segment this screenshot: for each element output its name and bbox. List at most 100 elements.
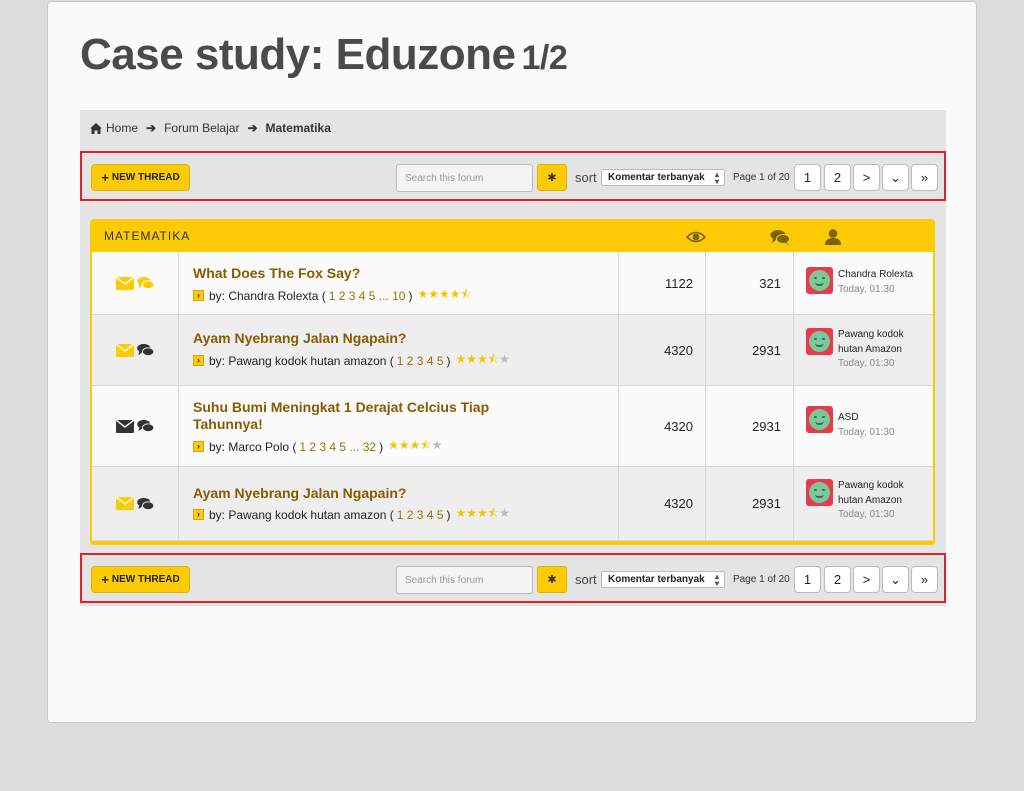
envelope-icon	[115, 343, 134, 357]
thread-topic-cell: Ayam Nyebrang Jalan Ngapain? › by: Pawang…	[179, 467, 619, 540]
slide-title: Case study: Eduzone 1/2	[80, 30, 568, 80]
thread-last-post-cell: Pawang kodok hutan Amazon Today, 01:30	[794, 315, 933, 385]
thread-topic-cell: Ayam Nyebrang Jalan Ngapain? › by: Pawang…	[179, 315, 619, 385]
avatar[interactable]	[806, 406, 833, 433]
thread-pages-close: )	[379, 439, 384, 454]
breadcrumb: Home ➔ Forum Belajar ➔ Matematika	[90, 120, 331, 136]
envelope-icon	[115, 497, 134, 510]
smiley-icon	[809, 482, 830, 503]
breadcrumb-forum[interactable]: Forum Belajar	[164, 121, 239, 135]
thread-pages[interactable]: 1 2 3 4 5	[397, 508, 444, 522]
thread-status-cell	[92, 252, 179, 314]
select-arrows-icon: ▴ ▾	[714, 170, 719, 186]
search-input[interactable]	[396, 566, 533, 594]
star-full-icon: ★	[439, 287, 450, 301]
thread-views: 4320	[619, 386, 706, 466]
page-button-1[interactable]: 1	[794, 566, 821, 593]
thread-last-post-cell: Chandra Rolexta Today, 01:30	[794, 252, 933, 314]
last-page-button[interactable]: »	[911, 566, 938, 593]
page-dropdown-button[interactable]: ⌄	[882, 164, 909, 191]
star-full-icon: ★	[428, 287, 439, 301]
chevron-right-icon: ›	[193, 355, 204, 366]
new-thread-button[interactable]: + NEW THREAD	[91, 566, 190, 593]
last-post-time: Today, 01:30	[838, 284, 895, 295]
thread-views: 1122	[619, 252, 706, 314]
thread-author: by: Chandra Rolexta (	[209, 288, 326, 303]
sort-select[interactable]: Komentar terbanyak ▴ ▾	[601, 571, 725, 588]
avatar[interactable]	[806, 479, 833, 506]
toolbar-top: +NEW THREAD ✱ sort Komentar terbanyak▴▾ …	[80, 151, 946, 201]
thread-pages-close: )	[446, 353, 451, 368]
sort-select[interactable]: Komentar terbanyak ▴ ▾	[601, 169, 725, 186]
page-button-2[interactable]: 2	[824, 164, 851, 191]
star-full-icon: ★	[455, 352, 467, 366]
last-post-user[interactable]: Chandra Rolexta	[838, 267, 928, 282]
thread-title[interactable]: Ayam Nyebrang Jalan Ngapain?	[193, 485, 603, 502]
slide-title-number: 1/2	[521, 39, 568, 77]
breadcrumb-home[interactable]: Home	[106, 121, 138, 135]
forum-screenshot: Home ➔ Forum Belajar ➔ Matematika + NEW T…	[80, 110, 946, 606]
thread-title[interactable]: Suhu Bumi Meningkat 1 Derajat Celcius Ti…	[193, 399, 523, 433]
thread-views: 4320	[619, 315, 706, 385]
table-row[interactable]: What Does The Fox Say? › by: Chandra Role…	[92, 252, 933, 315]
thread-author: by: Pawang kodok hutan amazon (	[209, 353, 394, 368]
thread-author-line: › by: Chandra Rolexta (1 2 3 4 5 ... 10) ★…	[193, 285, 472, 306]
star-full-icon: ★	[477, 352, 488, 366]
last-post-user[interactable]: Pawang kodok hutan Amazon	[838, 478, 928, 508]
thread-author-line: › by: Marco Polo (1 2 3 4 5 ... 32) ★★★⯪★	[193, 436, 443, 457]
plus-icon: +	[101, 572, 109, 587]
page-button-1[interactable]: 1	[794, 164, 821, 191]
gear-button[interactable]: ✱	[537, 566, 567, 593]
thread-pages-close: )	[408, 288, 413, 303]
thread-pages[interactable]: 1 2 3 4 5 ... 10	[329, 289, 406, 303]
star-half-icon: ⯪	[487, 506, 500, 520]
sort-value: Komentar terbanyak	[608, 574, 705, 585]
star-full-icon: ★	[417, 287, 429, 301]
thread-author-line: › by: Pawang kodok hutan amazon (1 2 3 4 …	[193, 350, 510, 371]
star-rating: ★★★⯪★	[456, 504, 510, 525]
table-row[interactable]: Ayam Nyebrang Jalan Ngapain? › by: Pawang…	[92, 467, 933, 541]
last-page-button[interactable]: »	[911, 164, 938, 191]
gear-button[interactable]: ✱	[537, 164, 567, 191]
star-full-icon: ★	[455, 506, 467, 520]
thread-pages[interactable]: 1 2 3 4 5 ... 32	[299, 440, 376, 454]
sort-label: sort	[575, 170, 597, 185]
next-page-button[interactable]: >	[853, 566, 880, 593]
thread-author: by: Marco Polo (	[209, 439, 297, 454]
thread-title[interactable]: Ayam Nyebrang Jalan Ngapain?	[193, 330, 603, 347]
smiley-icon	[809, 270, 830, 291]
thread-author: by: Pawang kodok hutan amazon (	[209, 507, 394, 522]
thread-status-cell	[92, 315, 179, 385]
last-post-user[interactable]: Pawang kodok hutan Amazon	[838, 327, 928, 357]
star-half-icon: ⯪	[420, 438, 432, 452]
page-button-2[interactable]: 2	[824, 566, 851, 593]
sort-value: Komentar terbanyak	[608, 172, 705, 183]
table-row[interactable]: Ayam Nyebrang Jalan Ngapain? › by: Pawang…	[92, 315, 933, 386]
thread-pages[interactable]: 1 2 3 4 5	[397, 354, 444, 368]
star-half-icon: ⯪	[460, 287, 472, 301]
toolbar-bottom: +NEW THREAD ✱ sort Komentar terbanyak▴▾ …	[80, 553, 946, 603]
envelope-icon	[115, 276, 134, 290]
user-icon	[825, 229, 841, 245]
page-info: Page 1 of 20	[733, 574, 790, 585]
star-empty-icon: ★	[431, 438, 443, 452]
thread-replies: 2931	[706, 467, 794, 540]
thread-topic-cell: What Does The Fox Say? › by: Chandra Role…	[179, 252, 619, 314]
star-empty-icon: ★	[499, 506, 510, 520]
comments-icon	[770, 230, 790, 245]
avatar[interactable]	[806, 267, 833, 294]
smiley-icon	[809, 331, 830, 352]
table-row[interactable]: Suhu Bumi Meningkat 1 Derajat Celcius Ti…	[92, 386, 933, 467]
thread-replies: 2931	[706, 386, 794, 466]
search-input[interactable]	[396, 164, 533, 192]
avatar[interactable]	[806, 328, 833, 355]
smiley-icon	[809, 409, 830, 430]
star-full-icon: ★	[409, 438, 421, 452]
page-dropdown-button[interactable]: ⌄	[882, 566, 909, 593]
new-thread-button[interactable]: + NEW THREAD	[91, 164, 190, 191]
comments-icon	[136, 497, 154, 510]
thread-title[interactable]: What Does The Fox Say?	[193, 265, 603, 282]
last-post-user[interactable]: ASD	[838, 410, 928, 425]
next-page-button[interactable]: >	[853, 164, 880, 191]
last-post-time: Today, 01:30	[838, 509, 895, 520]
